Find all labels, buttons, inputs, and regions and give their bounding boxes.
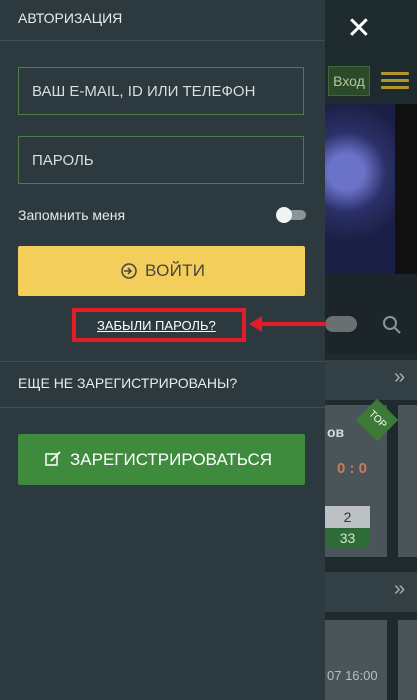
register-button[interactable]: ЗАРЕГИСТРИРОВАТЬСЯ (18, 434, 305, 485)
login-icon (121, 263, 137, 279)
menu-icon[interactable] (381, 72, 409, 90)
login-button-label: ВОЙТИ (145, 261, 206, 280)
promo-banner (325, 104, 395, 274)
drawer-title: АВТОРИЗАЦИЯ (18, 10, 123, 26)
odds-label: 2 (325, 506, 370, 528)
match-card-2-next[interactable] (398, 620, 417, 700)
password-field[interactable]: ПАРОЛЬ (18, 136, 304, 184)
match-card-next[interactable] (398, 405, 417, 557)
match-card-2[interactable] (325, 620, 387, 700)
promo-banner-edge (395, 104, 417, 274)
forgot-password-link[interactable]: ЗАБЫЛИ ПАРОЛЬ? (97, 318, 216, 333)
live-toggle[interactable] (325, 316, 357, 332)
match-time: 07 16:00 (327, 668, 378, 683)
close-icon[interactable]: ✕ (341, 14, 377, 44)
annotation-arrow-head (249, 316, 262, 332)
edit-icon (45, 451, 61, 467)
odds-value[interactable]: 33 (325, 528, 370, 548)
remember-me-label: Запомнить меня (18, 207, 126, 223)
remember-me-toggle[interactable] (276, 207, 306, 223)
divider (0, 361, 325, 362)
chevron-right-icon[interactable]: » (394, 578, 405, 601)
divider (0, 407, 325, 408)
annotation-arrow (258, 322, 326, 326)
register-button-label: ЗАРЕГИСТРИРОВАТЬСЯ (70, 450, 273, 469)
email-placeholder: ВАШ E-MAIL, ID ИЛИ ТЕЛЕФОН (32, 83, 256, 100)
search-icon[interactable] (382, 315, 402, 340)
team-name: ов (327, 424, 345, 440)
login-button[interactable]: ВОЙТИ (18, 246, 305, 296)
filter-bar (325, 274, 417, 354)
password-placeholder: ПАРОЛЬ (32, 152, 94, 169)
header-login-button[interactable]: Вход (328, 66, 370, 96)
match-score: 0 : 0 (337, 460, 368, 477)
auth-drawer: АВТОРИЗАЦИЯ ВАШ E-MAIL, ID ИЛИ ТЕЛЕФОН П… (0, 0, 325, 700)
chevron-right-icon[interactable]: » (394, 366, 405, 389)
drawer-header: АВТОРИЗАЦИЯ (0, 0, 325, 41)
not-registered-label: ЕЩЕ НЕ ЗАРЕГИСТРИРОВАНЫ? (18, 375, 238, 391)
email-field[interactable]: ВАШ E-MAIL, ID ИЛИ ТЕЛЕФОН (18, 67, 304, 115)
